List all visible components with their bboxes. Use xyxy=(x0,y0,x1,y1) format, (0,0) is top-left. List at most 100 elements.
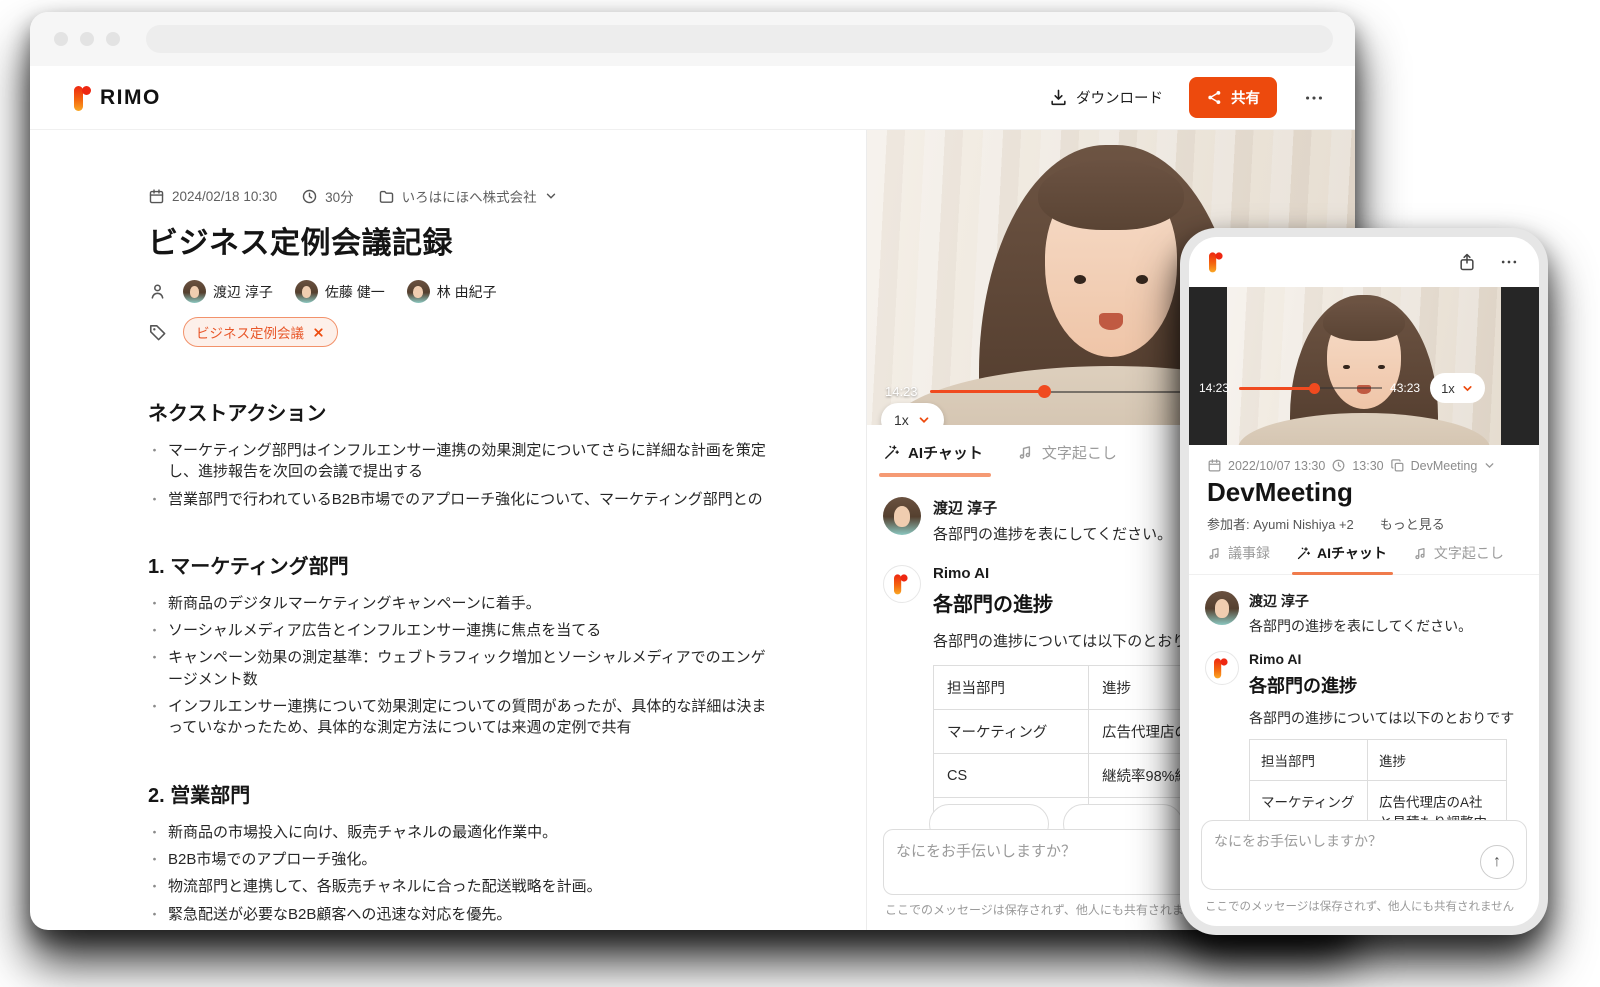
clock-icon xyxy=(301,188,318,205)
tag-label: ビジネス定例会議 xyxy=(196,322,304,342)
participant-chip[interactable]: 渡辺 淳子 xyxy=(183,280,273,303)
chat-disclaimer: ここでのメッセージは保存されず、他人にも共有されません xyxy=(1205,898,1539,914)
send-button[interactable]: ↑ xyxy=(1480,845,1514,879)
calendar-icon xyxy=(1207,458,1222,473)
section-bullet-list: マーケティング部門はインフルエンサー連携の効果測定についてさらに詳細な計画を策定… xyxy=(148,440,772,510)
bullet-item: インフルエンサー連携について効果測定についての質問があったが、具体的な詳細は決ま… xyxy=(148,696,772,739)
meeting-datetime: 2022/10/07 13:30 xyxy=(1228,459,1325,473)
message-author: 渡辺 淳子 xyxy=(1249,591,1472,611)
url-bar[interactable] xyxy=(146,25,1333,53)
section-bullet-list: 新商品のデジタルマーケティングキャンペーンに着手。ソーシャルメディア広告とインフ… xyxy=(148,593,772,739)
mobile-page-title: DevMeeting xyxy=(1189,473,1539,508)
participant-chip[interactable]: 林 由紀子 xyxy=(407,280,497,303)
window-minimize-button[interactable] xyxy=(80,32,94,46)
video-current-time: 14:23 xyxy=(1199,381,1229,395)
calendar-icon xyxy=(148,188,165,205)
magic-wand-icon xyxy=(883,444,900,461)
playback-speed-value: 1x xyxy=(894,412,909,425)
rimo-logo-icon xyxy=(1214,656,1228,680)
video-progress-bar[interactable] xyxy=(930,390,1040,393)
window-controls[interactable] xyxy=(54,32,120,46)
music-note-icon xyxy=(1413,546,1428,561)
video-progress-bar[interactable] xyxy=(1239,387,1311,390)
rimo-logo[interactable]: RIMO xyxy=(74,83,161,113)
bullet-item: 緊急配送が必要なB2B顧客への迅速な対応を優先。 xyxy=(148,904,772,925)
video-frame xyxy=(1227,287,1501,445)
download-label: ダウンロード xyxy=(1076,87,1163,108)
tag-pill[interactable]: ビジネス定例会議 xyxy=(183,317,338,347)
video-progress-track[interactable] xyxy=(1320,387,1382,389)
section-heading: ネクストアクション xyxy=(148,397,836,426)
chat-input[interactable] xyxy=(1214,831,1454,879)
close-icon[interactable] xyxy=(312,326,325,339)
meeting-org-selector[interactable]: DevMeeting xyxy=(1411,459,1478,473)
tab-label: 文字起こし xyxy=(1042,442,1117,463)
mobile-meeting-meta: 2022/10/07 13:30 13:30 DevMeeting xyxy=(1189,445,1539,473)
magic-wand-icon xyxy=(1296,546,1311,561)
tab-label: AIチャット xyxy=(908,442,983,463)
more-menu-button[interactable] xyxy=(1499,252,1519,272)
table-header: 担当部門 xyxy=(934,666,1089,710)
meeting-duration: 30分 xyxy=(325,186,354,206)
rimo-ai-avatar xyxy=(1205,651,1239,685)
rimo-logo-icon xyxy=(894,572,908,596)
ai-answer-body: 各部門の進捗については以下のとおりです xyxy=(1249,708,1514,729)
rimo-logo-icon[interactable] xyxy=(1209,250,1223,274)
tab-transcript[interactable]: 文字起こし xyxy=(1017,442,1117,477)
participant-name: 林 由紀子 xyxy=(437,282,497,302)
window-close-button[interactable] xyxy=(54,32,68,46)
mobile-video-player[interactable]: 14:23 43:23 1x xyxy=(1189,287,1539,445)
avatar xyxy=(183,280,206,303)
window-zoom-button[interactable] xyxy=(106,32,120,46)
page-title: ビジネス定例会議記録 xyxy=(148,218,836,262)
tab-transcript[interactable]: 文字起こし xyxy=(1413,543,1504,574)
meeting-org-selector[interactable]: いろはにほへ株式会社 xyxy=(402,186,537,206)
message-author: Rimo AI xyxy=(1249,651,1514,667)
tag-icon xyxy=(148,323,167,342)
mobile-app-header xyxy=(1189,237,1539,287)
music-note-icon xyxy=(1017,444,1034,461)
tab-ai-chat[interactable]: AIチャット xyxy=(883,442,983,477)
table-header: 進捗 xyxy=(1368,740,1507,781)
playback-speed-selector[interactable]: 1x xyxy=(881,403,944,425)
mobile-participants: 参加者: Ayumi Nishiya +2 xyxy=(1207,514,1354,533)
folder-icon xyxy=(378,188,395,205)
participant-name: 渡辺 淳子 xyxy=(213,282,273,302)
browser-window: RIMO ダウンロード 共有 2024/02/18 10:30 30分 xyxy=(30,12,1355,930)
bullet-item: B2B市場でのアプローチ強化。 xyxy=(148,849,772,870)
message-author: 渡辺 淳子 xyxy=(933,497,1172,518)
tab-ai-chat[interactable]: AIチャット xyxy=(1296,543,1387,574)
chat-message-user: 渡辺 淳子 各部門の進捗を表にしてください。 xyxy=(1205,591,1523,637)
rimo-logo-word: RIMO xyxy=(100,86,161,110)
download-button[interactable]: ダウンロード xyxy=(1049,87,1163,108)
ios-share-icon[interactable] xyxy=(1457,252,1477,272)
video-current-time: 14:23 xyxy=(885,384,918,399)
meeting-datetime: 2024/02/18 10:30 xyxy=(172,189,277,204)
message-text: 各部門の進捗を表にしてください。 xyxy=(933,524,1172,547)
rimo-ai-avatar xyxy=(883,565,921,603)
table-header: 担当部門 xyxy=(1250,740,1368,781)
playback-speed-selector[interactable]: 1x xyxy=(1430,373,1485,403)
video-total-time: 43:23 xyxy=(1390,381,1420,395)
avatar xyxy=(407,280,430,303)
bullet-item: 営業部門で行われているB2B市場でのアプローチ強化について、マーケティング部門と… xyxy=(148,489,772,510)
tab-minutes[interactable]: 議事録 xyxy=(1207,543,1270,574)
tag-row: ビジネス定例会議 xyxy=(148,317,836,347)
share-button[interactable]: 共有 xyxy=(1189,77,1277,118)
video-progress-handle[interactable] xyxy=(1038,385,1051,398)
chevron-down-icon xyxy=(1483,459,1496,472)
show-more-link[interactable]: もっと見る xyxy=(1380,514,1445,533)
bullet-item: マーケティング部門はインフルエンサー連携の効果測定についてさらに詳細な計画を策定… xyxy=(148,440,772,483)
rimo-logo-icon xyxy=(74,83,91,113)
participant-chip[interactable]: 佐藤 健一 xyxy=(295,280,385,303)
video-progress-handle[interactable] xyxy=(1309,383,1320,394)
chevron-down-icon xyxy=(544,189,558,203)
section-bullet-list: 新商品の市場投入に向け、販売チャネルの最適化作業中。B2B市場でのアプローチ強化… xyxy=(148,822,772,925)
share-nodes-icon xyxy=(1206,89,1223,106)
browser-chrome xyxy=(30,12,1355,66)
more-menu-button[interactable] xyxy=(1303,87,1325,109)
clock-icon xyxy=(1331,458,1346,473)
section-heading: 2. 営業部門 xyxy=(148,779,836,808)
mobile-device: 14:23 43:23 1x 2022/10/07 13:30 13:30 De… xyxy=(1180,228,1548,935)
playback-speed-value: 1x xyxy=(1441,381,1455,396)
